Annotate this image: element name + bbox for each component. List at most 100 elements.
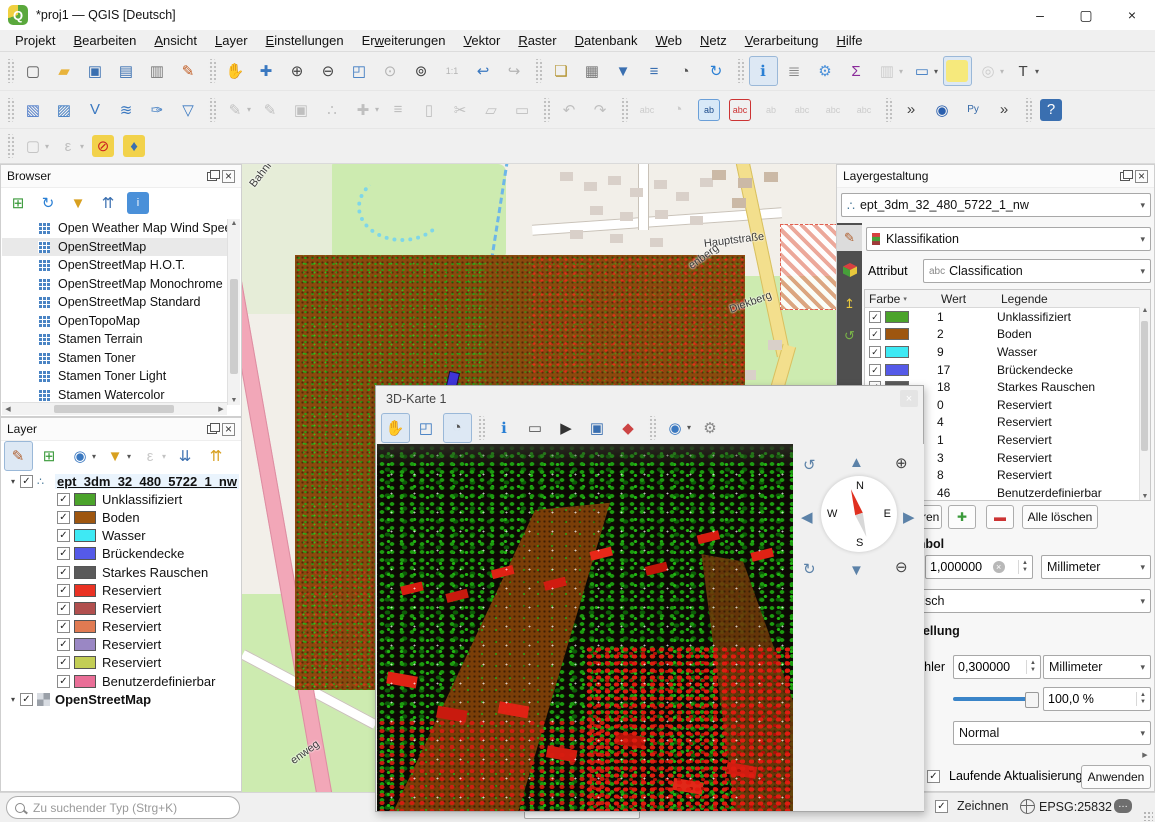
float-panel-icon[interactable] xyxy=(207,425,217,434)
add-raster-layer-icon[interactable]: ▨ xyxy=(50,95,79,125)
settings-3d-icon[interactable]: ⚙ xyxy=(696,413,725,443)
attribute-select[interactable]: abc Classification ▾ xyxy=(923,259,1151,283)
add-delimited-text-icon[interactable]: ✑ xyxy=(143,95,172,125)
tab-history[interactable]: ↺ xyxy=(837,323,862,349)
class-color-swatch[interactable] xyxy=(885,311,909,323)
panel-hscroll-right[interactable]: ▶ xyxy=(1139,751,1151,759)
modify-attributes-icon[interactable]: ≡ xyxy=(384,95,413,125)
tilt-up-icon[interactable]: ▲ xyxy=(849,454,864,471)
layer-checkbox[interactable]: ✓ xyxy=(57,566,70,579)
class-boden[interactable]: ✓Boden xyxy=(3,508,239,526)
sum-features-icon[interactable]: Σ xyxy=(842,56,871,86)
cut-features-icon[interactable]: ✂ xyxy=(446,95,475,125)
class-reserviert-4[interactable]: ✓Reserviert xyxy=(3,636,239,654)
browser-item[interactable]: OpenStreetMap Standard xyxy=(2,293,229,312)
styling-layer-select[interactable]: ∴ ept_3dm_32_480_5722_1_nw ▾ xyxy=(841,193,1151,217)
filter-legend-icon[interactable]: ▼▾ xyxy=(101,441,134,471)
scroll-thumb[interactable] xyxy=(1141,321,1148,451)
add-class-button[interactable]: ✚ xyxy=(948,505,976,529)
add-group-icon[interactable]: ⊞ xyxy=(35,441,64,471)
3d-viewport[interactable] xyxy=(377,444,793,811)
zoom-out-icon[interactable]: ⊖ xyxy=(314,56,343,86)
zoom-in-icon[interactable]: ⊕ xyxy=(895,454,908,472)
add-virtual-layer-icon[interactable]: ▽ xyxy=(174,95,203,125)
zoom-to-selection-icon[interactable]: ⊙ xyxy=(376,56,405,86)
menu-erweiterungen[interactable]: Erweiterungen xyxy=(353,31,455,50)
save-image-3d-icon[interactable]: ▣ xyxy=(583,413,612,443)
close-panel-icon[interactable]: × xyxy=(222,423,235,436)
export-3d-icon[interactable]: ◆ xyxy=(614,413,643,443)
close-panel-icon[interactable]: × xyxy=(222,170,235,183)
browser-hscrollbar[interactable]: ◀ ▶ xyxy=(2,402,227,415)
3d-window-close-icon[interactable]: × xyxy=(900,390,918,407)
select-by-location-icon[interactable]: ♦ xyxy=(120,131,149,161)
vertex-tool-icon[interactable]: ✚▾ xyxy=(349,95,382,125)
class-checkbox[interactable]: ✓ xyxy=(869,364,881,376)
class-reserviert-2[interactable]: ✓Reserviert xyxy=(3,599,239,617)
pan-right-icon[interactable]: ▶ xyxy=(903,508,915,526)
new-3d-map-view-icon[interactable]: ▦ xyxy=(578,56,607,86)
table-scrollbar[interactable]: ▲ ▼ xyxy=(1139,307,1150,500)
map-tips-icon[interactable] xyxy=(943,56,972,86)
layer-diagram-icon[interactable]: ◔ xyxy=(664,95,693,125)
browser-item[interactable]: OpenTopoMap xyxy=(2,312,229,331)
rotate-cw-icon[interactable]: ↻ xyxy=(803,560,816,578)
browser-properties-icon[interactable]: i xyxy=(124,188,152,218)
collapse-all-layers-icon[interactable]: ⇈ xyxy=(202,441,231,471)
class-checkbox[interactable]: ✓ xyxy=(869,311,881,323)
options-icon[interactable]: ⚙ xyxy=(811,56,840,86)
class-color-swatch[interactable] xyxy=(885,328,909,340)
class-color-swatch[interactable] xyxy=(885,364,909,376)
class-reserviert-3[interactable]: ✓Reserviert xyxy=(3,618,239,636)
measure-icon[interactable]: ▭▾ xyxy=(908,56,941,86)
max-error-spinner[interactable]: 0,300000 ▲▼ xyxy=(953,655,1041,679)
add-vector-layer-icon[interactable]: V xyxy=(81,95,110,125)
clear-icon[interactable]: × xyxy=(993,561,1005,573)
zoom-in-icon[interactable]: ⊕ xyxy=(283,56,312,86)
menu-raster[interactable]: Raster xyxy=(509,31,565,50)
spin-up-icon[interactable]: ▲ xyxy=(1022,560,1028,567)
apply-button[interactable]: Anwenden xyxy=(1081,765,1151,789)
layer-checkbox[interactable]: ✓ xyxy=(57,584,70,597)
pin-unpin-labels-icon[interactable]: ab xyxy=(757,95,786,125)
rotate-label-icon[interactable]: abc xyxy=(850,95,879,125)
close-button[interactable]: × xyxy=(1109,0,1155,30)
pin-labels-icon[interactable]: ab xyxy=(695,95,724,125)
remove-class-button[interactable]: ▬ xyxy=(986,505,1014,529)
zoom-full-extent-icon[interactable]: ◰ xyxy=(345,56,374,86)
browser-item[interactable]: OpenStreetMap Monochrome xyxy=(2,275,229,294)
open-project-icon[interactable]: ▰ xyxy=(50,56,79,86)
minimize-button[interactable]: – xyxy=(1017,0,1063,30)
new-spatial-bookmark-icon[interactable]: ▼ xyxy=(609,56,638,86)
layer-checkbox[interactable]: ✓ xyxy=(57,493,70,506)
expander-icon[interactable]: ▾ xyxy=(6,695,20,704)
pan-left-icon[interactable]: ◀ xyxy=(801,508,813,526)
tab-3d-view[interactable] xyxy=(837,257,862,283)
browser-item[interactable]: OpenStreetMap xyxy=(2,238,229,257)
menu-netz[interactable]: Netz xyxy=(691,31,736,50)
spin-down-icon[interactable]: ▼ xyxy=(1140,699,1146,706)
toolbar-overflow2-icon[interactable]: » xyxy=(990,95,1019,125)
live-update-checkbox[interactable]: ✓ xyxy=(927,770,940,783)
measure-3d-icon[interactable]: ▭ xyxy=(521,413,550,443)
layer-labeling-icon[interactable]: abc xyxy=(633,95,662,125)
layer-ept-3dm[interactable]: ▾✓∴ept_3dm_32_480_5722_1_nw xyxy=(3,472,239,490)
class-color-swatch[interactable] xyxy=(885,346,909,358)
layer-checkbox[interactable]: ✓ xyxy=(57,529,70,542)
delete-all-button[interactable]: Alle löschen xyxy=(1022,505,1098,529)
identify-features-icon[interactable]: ℹ xyxy=(749,56,778,86)
size-unit-select[interactable]: Millimeter ▾ xyxy=(1041,555,1151,579)
osm-place-search-icon[interactable]: ◉ xyxy=(928,95,957,125)
layer-checkbox[interactable]: ✓ xyxy=(57,675,70,688)
camera-view-3d-icon[interactable]: ◉▾ xyxy=(661,413,694,443)
digitize-point-icon[interactable]: ∴ xyxy=(318,95,347,125)
maximize-button[interactable]: ▢ xyxy=(1063,0,1109,30)
menu-bearbeiten[interactable]: Bearbeiten xyxy=(64,31,145,50)
toggle-editing-icon[interactable]: ✎ xyxy=(256,95,285,125)
zoom-full-3d-icon[interactable]: ◰ xyxy=(412,413,441,443)
opacity-slider[interactable] xyxy=(953,697,1029,701)
spin-up-icon[interactable]: ▲ xyxy=(1140,692,1146,699)
messages-icon[interactable]: … xyxy=(1114,799,1132,813)
filter-browser-icon[interactable]: ▼ xyxy=(64,188,92,218)
query-results-icon[interactable]: ▥▾ xyxy=(873,56,906,86)
